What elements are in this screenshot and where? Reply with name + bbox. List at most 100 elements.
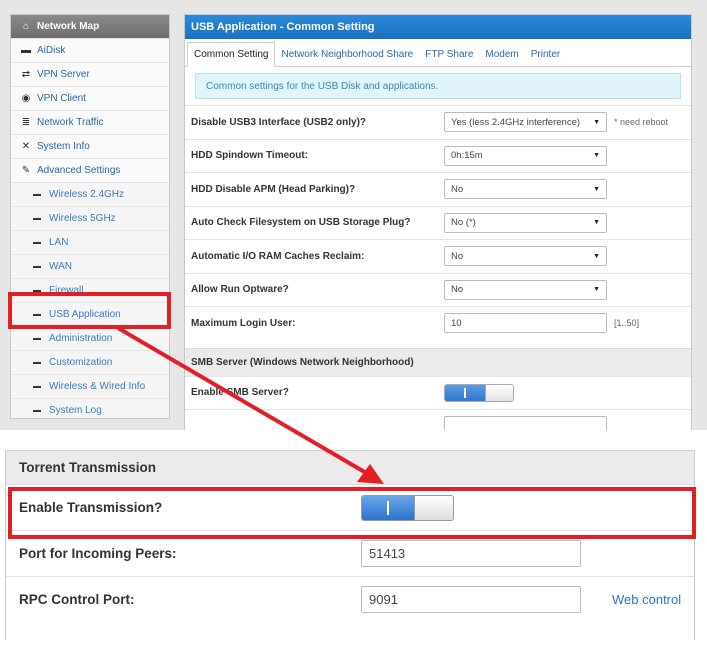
range-note: [1..50] (614, 318, 640, 329)
sidebar-item-vpn-server[interactable]: ⇄ VPN Server (11, 63, 169, 87)
hdd-apm-select[interactable]: No ▼ (444, 179, 607, 200)
wrench-icon: ✎ (21, 165, 31, 176)
reboot-note: * need reboot (614, 117, 669, 128)
settings-panel: USB Application - Common Setting Common … (184, 14, 692, 430)
sidebar-item-label: VPN Server (37, 69, 90, 80)
dropdown-arrow-icon: ▼ (593, 185, 600, 193)
page-title: USB Application - Common Setting (185, 15, 691, 39)
sidebar-subitem-label: Administration (49, 333, 113, 344)
setting-row-auto-check-fs: Auto Check Filesystem on USB Storage Plu… (185, 205, 691, 240)
setting-label: Auto Check Filesystem on USB Storage Plu… (191, 217, 411, 229)
setting-row-disable-usb3: Disable USB3 Interface (USB2 only)? Yes … (185, 105, 691, 139)
sidebar-item-advanced-settings[interactable]: ✎ Advanced Settings (11, 159, 169, 183)
sidebar-subitem-label: WAN (49, 261, 72, 272)
on-bar-icon (464, 387, 466, 398)
tab-common-setting[interactable]: Common Setting (187, 42, 276, 67)
dash-icon (33, 193, 41, 196)
select-value: No (451, 183, 464, 195)
enable-transmission-highlight (8, 487, 696, 539)
setting-label: Disable USB3 Interface (USB2 only)? (191, 116, 367, 128)
tab-bar: Common Setting Network Neighborhood Shar… (185, 39, 691, 67)
sidebar-item-system-info[interactable]: ✕ System Info (11, 135, 169, 159)
transmission-section-header: Torrent Transmission (6, 450, 694, 484)
sidebar-item-label: Network Traffic (37, 117, 104, 128)
setting-label: RPC Control Port: (19, 592, 135, 607)
setting-label: Automatic I/O RAM Caches Reclaim: (191, 250, 365, 262)
sidebar-item-aidisk[interactable]: ▬ AiDisk (11, 39, 169, 63)
dropdown-arrow-icon: ▼ (593, 118, 600, 126)
select-value: Yes (less 2.4GHz interference) (451, 116, 581, 128)
incoming-peers-port-input[interactable]: 51413 (361, 540, 581, 567)
setting-row-ram-reclaim: Automatic I/O RAM Caches Reclaim: No ▼ (185, 239, 691, 273)
setting-label: HDD Spindown Timeout: (191, 150, 309, 162)
setting-label: Allow Run Optware? (191, 284, 289, 296)
setting-row-hdd-apm: HDD Disable APM (Head Parking)? No ▼ (185, 172, 691, 206)
setting-row-max-login: Maximum Login User: 10 [1..50] (185, 306, 691, 340)
sidebar-item-network-map[interactable]: ⌂ Network Map (11, 15, 169, 39)
sidebar-item-label: System Info (37, 141, 90, 152)
tab-printer[interactable]: Printer (525, 43, 566, 66)
toggle-on-segment (445, 384, 485, 401)
sidebar-item-label: Advanced Settings (37, 165, 121, 176)
setting-label: Enable SMB Server? (191, 387, 289, 399)
auto-check-fs-select[interactable]: No (*) ▼ (444, 212, 607, 233)
sidebar-subitem-label: Customization (49, 357, 113, 368)
dash-icon (33, 337, 41, 340)
dash-icon (33, 385, 41, 388)
sidebar-menu: ⌂ Network Map ▬ AiDisk ⇄ VPN Server ◉ VP… (10, 14, 170, 419)
sidebar-subitem-label: Wireless & Wired Info (49, 381, 146, 392)
dash-icon (33, 217, 41, 220)
info-banner: Common settings for the USB Disk and app… (195, 73, 681, 99)
sidebar-subitem-lan[interactable]: LAN (11, 231, 169, 255)
dash-icon (33, 241, 41, 244)
toggle-off-segment (485, 384, 513, 401)
list-icon: ≣ (21, 117, 31, 128)
transmission-zoom: Torrent Transmission Enable Transmission… (5, 450, 695, 640)
select-value: No (*) (451, 217, 476, 229)
sidebar-item-vpn-client[interactable]: ◉ VPN Client (11, 87, 169, 111)
sidebar-item-network-traffic[interactable]: ≣ Network Traffic (11, 111, 169, 135)
sidebar-item-label: AiDisk (37, 45, 66, 56)
optware-select[interactable]: No ▼ (444, 279, 607, 300)
sidebar-item-label: VPN Client (37, 93, 86, 104)
router-admin-screenshot: ⌂ Network Map ▬ AiDisk ⇄ VPN Server ◉ VP… (0, 0, 707, 430)
hdd-spindown-select[interactable]: 0h:15m ▼ (444, 145, 607, 166)
tab-modem[interactable]: Modem (479, 43, 524, 66)
sidebar-subitem-label: LAN (49, 237, 69, 248)
dropdown-arrow-icon: ▼ (593, 252, 600, 260)
tab-network-neighborhood-share[interactable]: Network Neighborhood Share (275, 43, 419, 66)
sidebar-subitem-label: Wireless 5GHz (49, 213, 116, 224)
sidebar-subitem-wan[interactable]: WAN (11, 255, 169, 279)
ram-reclaim-select[interactable]: No ▼ (444, 246, 607, 267)
smb-toggle[interactable] (444, 383, 514, 402)
sidebar-item-label: Network Map (37, 21, 100, 32)
rpc-control-port-input[interactable]: 9091 (361, 586, 581, 613)
sidebar-subitem-label: Wireless 2.4GHz (49, 189, 125, 200)
setting-row-rpc-port: RPC Control Port: 9091 Web control (6, 576, 694, 622)
smb-section-header: SMB Server (Windows Network Neighborhood… (185, 347, 691, 376)
partial-input (444, 416, 607, 430)
disable-usb3-select[interactable]: Yes (less 2.4GHz interference) ▼ (444, 112, 607, 133)
dash-icon (33, 409, 41, 412)
dash-icon (33, 361, 41, 364)
sidebar-subitem-administration[interactable]: Administration (11, 327, 169, 351)
tab-ftp-share[interactable]: FTP Share (419, 43, 479, 66)
max-login-input[interactable]: 10 (444, 313, 607, 334)
sidebar-subitem-wireless-24ghz[interactable]: Wireless 2.4GHz (11, 183, 169, 207)
setting-label: Port for Incoming Peers: (19, 546, 177, 561)
setting-label: HDD Disable APM (Head Parking)? (191, 183, 356, 195)
select-value: 0h:15m (451, 150, 483, 162)
sidebar-subitem-label: System Log (49, 405, 102, 416)
select-value: No (451, 250, 464, 262)
dropdown-arrow-icon: ▼ (593, 152, 600, 160)
web-control-link[interactable]: Web control (612, 592, 681, 607)
sidebar-subitem-wireless-wired-info[interactable]: Wireless & Wired Info (11, 375, 169, 399)
shuffle-icon: ✕ (21, 141, 31, 152)
sidebar-subitem-system-log[interactable]: System Log (11, 399, 169, 418)
dropdown-arrow-icon: ▼ (593, 219, 600, 227)
sidebar-subitem-wireless-5ghz[interactable]: Wireless 5GHz (11, 207, 169, 231)
select-value: No (451, 284, 464, 296)
sidebar-subitem-customization[interactable]: Customization (11, 351, 169, 375)
setting-row-enable-smb: Enable SMB Server? (185, 375, 691, 410)
setting-row-cut-off (185, 409, 691, 430)
